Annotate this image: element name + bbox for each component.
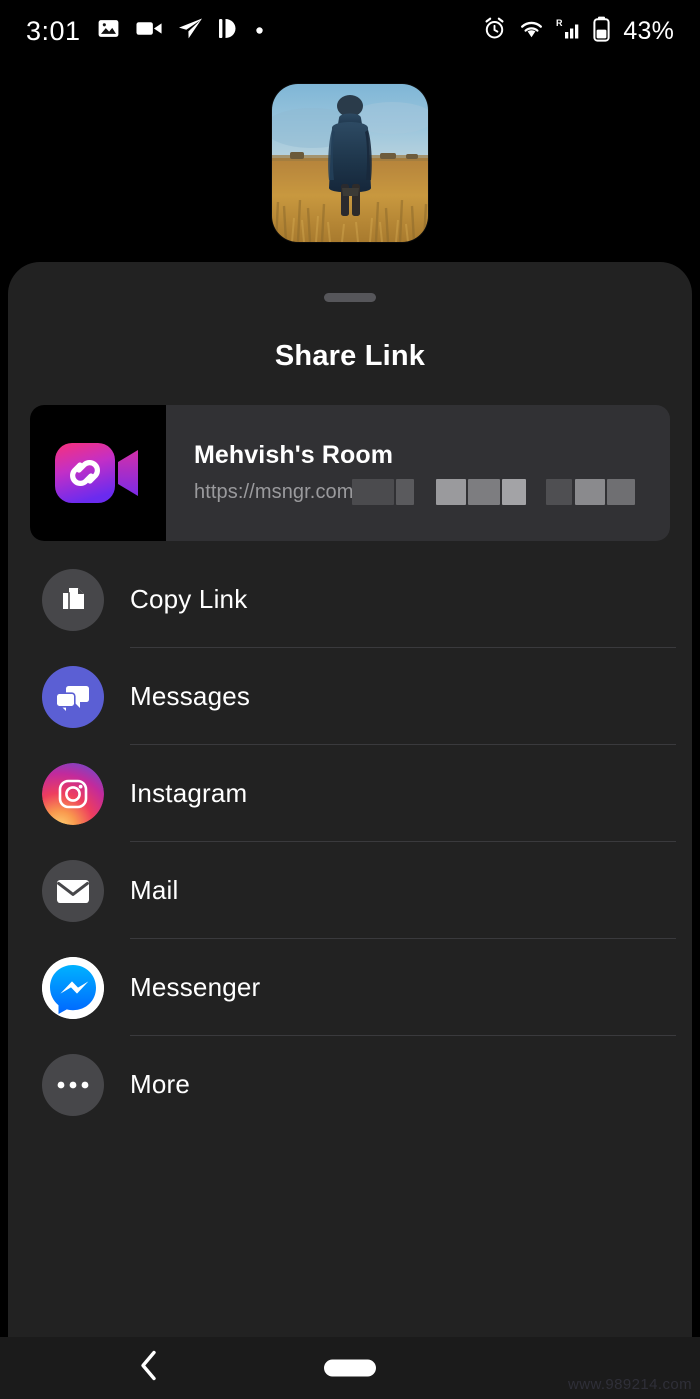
alarm-clock-icon bbox=[482, 16, 507, 46]
share-target-list: Copy Link Messages Instagram Mail Messen… bbox=[8, 551, 692, 1133]
status-bar-right: R 43% bbox=[482, 16, 674, 47]
sheet-title: Share Link bbox=[274, 340, 426, 372]
share-target-label: Messages bbox=[130, 681, 251, 711]
sheet-drag-handle[interactable] bbox=[324, 293, 376, 302]
telegram-send-icon bbox=[178, 17, 203, 45]
battery-percentage: 43% bbox=[623, 16, 674, 45]
status-bar: 3:01 R 43% bbox=[0, 0, 700, 62]
site-watermark: www.989214.com bbox=[568, 1376, 692, 1393]
share-target-label: Copy Link bbox=[130, 584, 248, 614]
mail-icon bbox=[42, 859, 104, 922]
status-bar-clock: 3:01 bbox=[26, 15, 81, 46]
share-sheet: Share Link Mehvish's Room https://msngr.… bbox=[8, 262, 692, 1337]
share-target-label: Instagram bbox=[130, 778, 248, 808]
wifi-icon bbox=[518, 18, 545, 44]
photo-icon bbox=[96, 16, 121, 46]
battery-icon bbox=[593, 16, 610, 47]
share-target-instagram[interactable]: Instagram bbox=[8, 745, 692, 842]
link-url: https://msngr.com bbox=[194, 481, 354, 503]
link-preview-meta: Mehvish's Room https://msngr.com bbox=[166, 405, 670, 541]
shared-content-preview bbox=[0, 78, 700, 248]
link-url-row: https://msngr.com bbox=[194, 478, 654, 506]
share-target-label: Messenger bbox=[130, 972, 261, 1002]
messenger-icon bbox=[42, 956, 104, 1019]
contrast-split-icon bbox=[218, 17, 240, 45]
phone-screen: 3:01 R 43% Share Link Mehvish's Room htt… bbox=[0, 0, 700, 1399]
video-camera-icon bbox=[136, 19, 163, 43]
dot-icon bbox=[255, 22, 264, 40]
back-chevron-icon[interactable] bbox=[138, 1350, 160, 1387]
shared-photo-thumbnail bbox=[272, 84, 428, 242]
copy-link-icon bbox=[42, 568, 104, 631]
share-target-more[interactable]: More bbox=[8, 1036, 692, 1133]
instagram-icon bbox=[42, 762, 104, 825]
share-target-mail[interactable]: Mail bbox=[8, 842, 692, 939]
roaming-signal-icon: R bbox=[556, 17, 582, 45]
status-bar-left: 3:01 bbox=[26, 16, 264, 47]
share-target-copy-link[interactable]: Copy Link bbox=[8, 551, 692, 648]
link-title: Mehvish's Room bbox=[194, 440, 394, 469]
home-indicator-pill[interactable] bbox=[324, 1359, 376, 1377]
share-target-messenger[interactable]: Messenger bbox=[8, 939, 692, 1036]
share-target-label: Mail bbox=[130, 875, 179, 905]
messages-icon bbox=[42, 665, 104, 728]
share-target-label: More bbox=[130, 1069, 191, 1099]
more-dots-icon bbox=[42, 1053, 104, 1116]
system-navigation-bar: www.989214.com bbox=[0, 1337, 700, 1399]
messenger-rooms-link-icon bbox=[30, 405, 166, 541]
share-target-messages[interactable]: Messages bbox=[8, 648, 692, 745]
link-preview-card[interactable]: Mehvish's Room https://msngr.com bbox=[30, 405, 670, 541]
url-redaction-blocks bbox=[352, 478, 635, 505]
svg-text:R: R bbox=[556, 18, 563, 28]
